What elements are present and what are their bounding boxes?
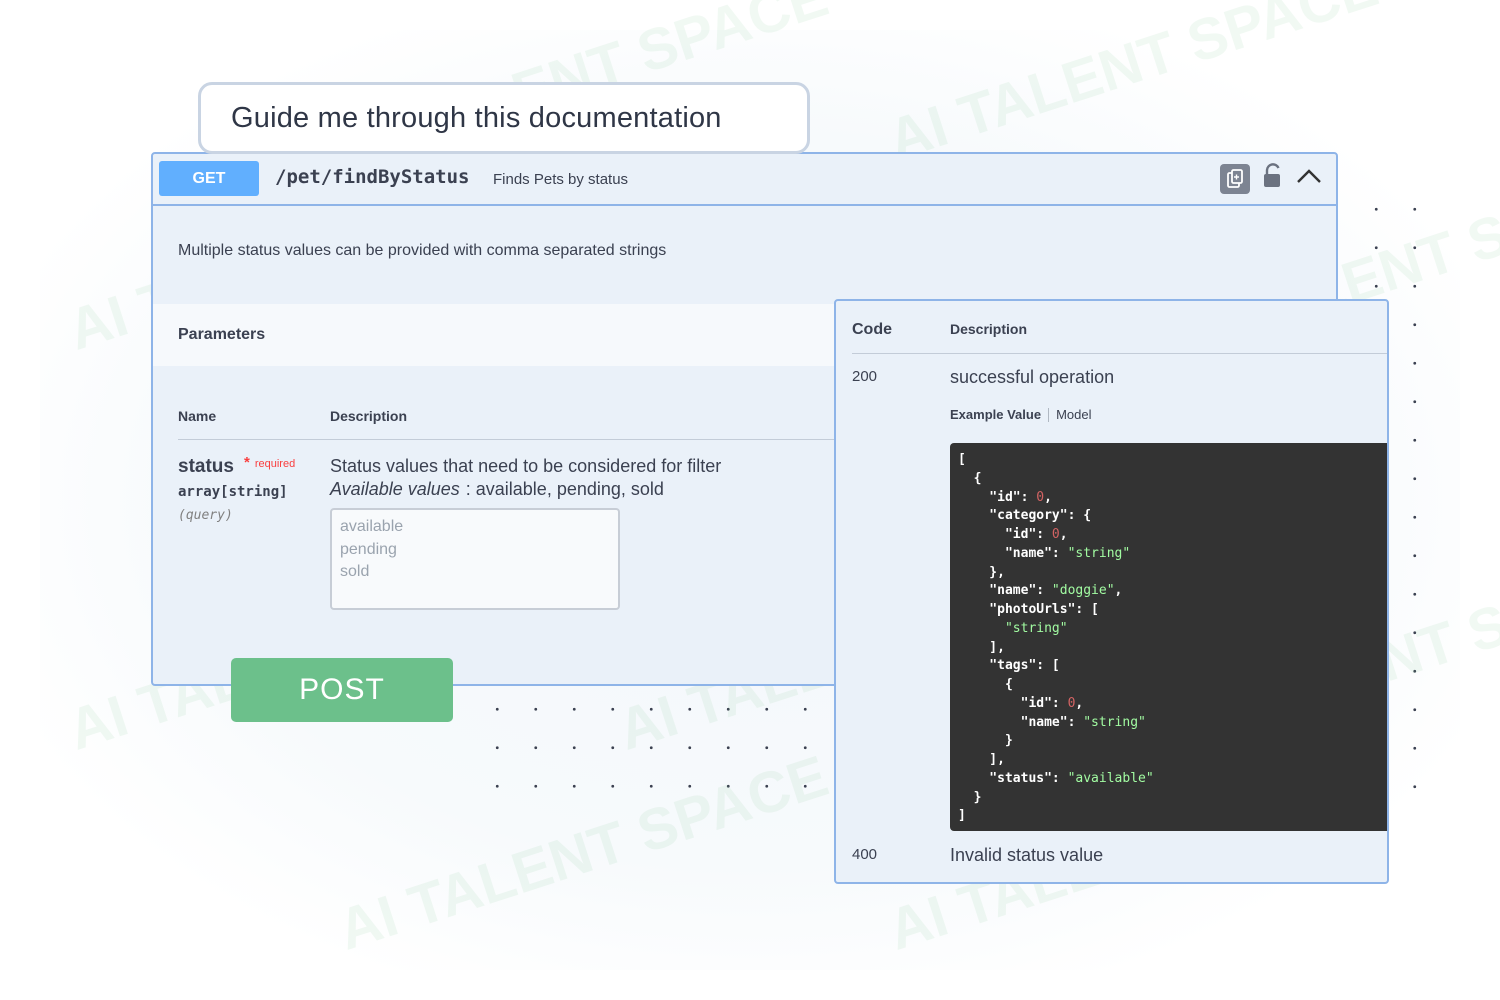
post-button-label: POST — [299, 673, 385, 706]
parameters-header: Parameters — [153, 304, 836, 366]
parameters-title: Parameters — [178, 326, 266, 343]
dot-grid-decoration — [478, 690, 838, 800]
tab-model[interactable]: Model — [1056, 407, 1091, 422]
endpoint-path: /pet/findByStatus — [275, 166, 470, 188]
response-description: successful operation — [950, 367, 1115, 387]
post-button[interactable]: POST — [231, 658, 453, 722]
param-col-name: Name — [178, 408, 217, 424]
response-col-code: Code — [852, 321, 892, 338]
param-col-description: Description — [330, 408, 408, 424]
endpoint-summary: Finds Pets by status — [493, 171, 629, 188]
header-actions — [1220, 163, 1322, 194]
chevron-up-icon[interactable] — [1296, 167, 1322, 190]
prompt-text: Guide me through this documentation — [231, 101, 722, 134]
required-label: required — [254, 458, 296, 470]
response-code: 400 — [852, 846, 878, 863]
required-badge: * required — [244, 454, 296, 471]
tab-example-value[interactable]: Example Value — [950, 407, 1041, 422]
operation-description: Multiple status values can be provided w… — [178, 242, 667, 259]
param-name: status — [178, 456, 234, 477]
select-option[interactable]: pending — [340, 539, 618, 562]
example-json: [ { "id": 0, "category": { "id": 0, "nam… — [958, 452, 1154, 824]
param-type: array[string] — [178, 484, 288, 500]
lock-icon[interactable] — [1262, 163, 1284, 194]
param-location: (query) — [178, 508, 233, 523]
response-description: Invalid status value — [950, 845, 1104, 865]
example-model-tabs: Example Value Model — [950, 407, 1091, 422]
divider — [178, 439, 838, 440]
param-available-values: Available values: available, pending, so… — [330, 479, 664, 500]
status-multiselect[interactable]: available pending sold — [330, 508, 620, 610]
select-option[interactable]: available — [340, 516, 618, 539]
prompt-bubble: Guide me through this documentation — [198, 82, 810, 154]
example-json-block: [ { "id": 0, "category": { "id": 0, "nam… — [950, 443, 1387, 831]
available-values-label: Available values — [330, 479, 460, 499]
select-option[interactable]: sold — [340, 561, 618, 584]
divider — [852, 353, 1387, 354]
available-values-list: : available, pending, sold — [465, 479, 664, 499]
copy-icon[interactable] — [1220, 163, 1250, 194]
http-method-badge: GET — [159, 161, 259, 196]
tab-separator — [1048, 407, 1050, 422]
responses-panel: Code Description 200 successful operatio… — [834, 299, 1389, 884]
operation-header[interactable]: GET /pet/findByStatus Finds Pets by stat… — [153, 154, 1336, 206]
param-description: Status values that need to be considered… — [330, 456, 722, 476]
response-code: 200 — [852, 368, 878, 385]
response-col-description: Description — [950, 321, 1028, 337]
